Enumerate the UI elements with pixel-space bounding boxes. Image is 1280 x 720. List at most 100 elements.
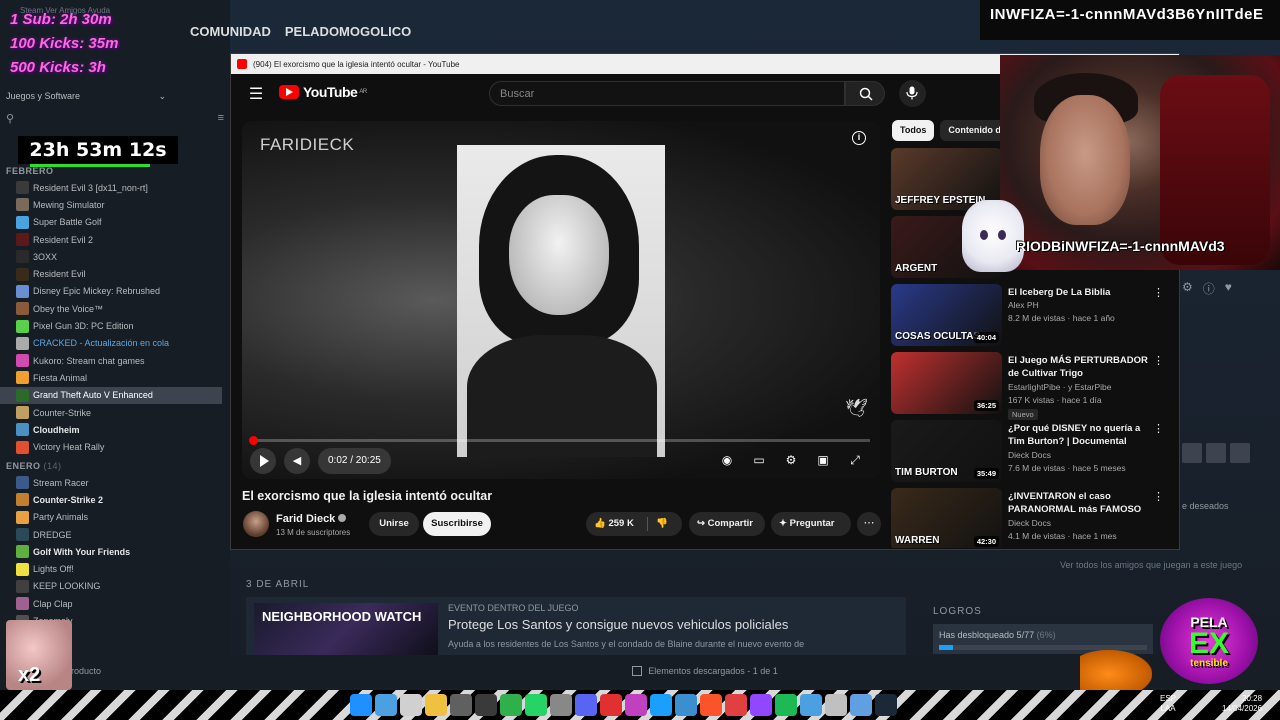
channel-avatar[interactable] — [243, 511, 269, 537]
taskbar-app-icon[interactable] — [700, 694, 722, 716]
fullscreen-icon[interactable]: ⤢ — [846, 451, 864, 469]
search-input[interactable]: Buscar — [489, 81, 845, 106]
more-vert-icon[interactable]: ⋮ — [1153, 354, 1164, 367]
taskbar-app-icon[interactable] — [875, 694, 897, 716]
settings-gear-icon[interactable]: ⚙ — [782, 451, 800, 469]
game-list-item[interactable]: Stream Racer — [0, 474, 222, 491]
downloads-status-bar[interactable]: Elementos descargados - 1 de 1 — [230, 655, 1180, 687]
video-progress-bar[interactable] — [249, 436, 870, 445]
game-list-item[interactable]: Grand Theft Auto V Enhanced — [0, 386, 222, 404]
theater-mode-icon[interactable]: ▣ — [814, 451, 832, 469]
autoplay-toggle-icon[interactable]: ◉ — [718, 451, 736, 469]
game-list-item[interactable]: Clap Clap — [0, 595, 222, 612]
like-button[interactable]: 👍 259 K 👎 — [586, 512, 682, 536]
play-button[interactable] — [250, 448, 276, 474]
voice-search-button[interactable] — [899, 80, 926, 107]
more-vert-icon[interactable]: ⋮ — [1153, 286, 1164, 299]
taskbar-app-icon[interactable] — [650, 694, 672, 716]
video-title[interactable]: El Iceberg De La Biblia — [1008, 286, 1148, 299]
search-button[interactable] — [845, 81, 885, 106]
game-list-item[interactable]: Mewing Simulator — [0, 196, 222, 213]
game-list-item[interactable]: Obey the Voice™ — [0, 300, 222, 317]
thumbs-down-icon[interactable]: 👎 — [656, 512, 668, 536]
game-list-item[interactable]: Cloudheim — [0, 421, 222, 438]
avatar[interactable] — [1230, 443, 1250, 463]
taskbar-app-icon[interactable] — [775, 694, 797, 716]
heart-icon[interactable]: ♥ — [1225, 280, 1232, 297]
subscribe-button[interactable]: Suscribirse — [423, 512, 491, 536]
taskbar-app-icon[interactable] — [575, 694, 597, 716]
taskbar-app-icon[interactable] — [600, 694, 622, 716]
nav-community[interactable]: COMUNIDAD — [190, 24, 271, 39]
news-title[interactable]: Protege Los Santos y consigue nuevos veh… — [448, 617, 788, 632]
news-thumbnail[interactable]: NEIGHBORHOOD WATCH — [254, 603, 438, 655]
volume-icon[interactable]: ◀ — [284, 448, 310, 474]
taskbar-app-icon[interactable] — [450, 694, 472, 716]
game-list-item[interactable]: Super Battle Golf — [0, 214, 222, 231]
game-list-item[interactable]: Resident Evil 3 [dx11_non-rt] — [0, 179, 222, 196]
taskbar-app-icon[interactable] — [800, 694, 822, 716]
recommendation-item[interactable]: TIM BURTON 35:49 ¿Por qué DISNEY no quería… — [891, 420, 1177, 488]
search-icon[interactable] — [375, 694, 397, 716]
library-filter-dropdown[interactable]: Juegos y Software ⌄ — [6, 88, 166, 104]
video-thumbnail[interactable]: COSAS OCULTAS 40:04 — [891, 284, 1002, 346]
video-thumbnail[interactable]: 36:25 — [891, 352, 1002, 414]
subtitles-icon[interactable]: ▭ — [750, 451, 768, 469]
game-list-item[interactable]: KEEP LOOKING — [0, 578, 222, 595]
game-list-item[interactable]: Resident Evil — [0, 265, 222, 282]
game-list-item[interactable]: 3OXX — [0, 248, 222, 265]
avatar[interactable] — [1206, 443, 1226, 463]
taskbar-app-icon[interactable] — [400, 694, 422, 716]
video-scrubber-handle[interactable] — [249, 436, 258, 445]
more-actions-icon[interactable]: ⋯ — [857, 512, 881, 536]
taskbar-app-icon[interactable] — [850, 694, 872, 716]
taskbar-app-icon[interactable] — [625, 694, 647, 716]
game-list-item[interactable]: Party Animals — [0, 509, 222, 526]
taskbar-app-icon[interactable] — [425, 694, 447, 716]
game-list-item[interactable]: Fiesta Animal — [0, 369, 222, 386]
channel-name[interactable]: Alex PH — [1008, 300, 1039, 310]
more-vert-icon[interactable]: ⋮ — [1153, 490, 1164, 503]
game-list-item[interactable]: Pixel Gun 3D: PC Edition — [0, 317, 222, 334]
info-icon[interactable]: i — [852, 131, 866, 145]
game-list-item[interactable]: Resident Evil 2 — [0, 231, 222, 248]
game-list-item[interactable]: Counter-Strike 2 — [0, 491, 222, 508]
taskbar-app-icon[interactable] — [475, 694, 497, 716]
language-indicator[interactable]: ESP LAA — [1160, 694, 1176, 714]
game-list-item[interactable]: Victory Heat Rally — [0, 438, 222, 455]
game-list-item[interactable]: Kukoro: Stream chat games — [0, 352, 222, 369]
game-list-item[interactable]: Counter-Strike — [0, 404, 222, 421]
game-list-item[interactable]: DREDGE — [0, 526, 222, 543]
video-title[interactable]: ¿INVENTARON el caso PARANORMAL más FAMOS… — [1008, 490, 1148, 516]
filter-icon[interactable]: ≡ — [218, 112, 224, 128]
game-list-item[interactable]: Golf With Your Friends — [0, 543, 222, 560]
hamburger-menu-icon[interactable]: ☰ — [245, 84, 267, 106]
ask-button[interactable]: ✦ Preguntar — [771, 512, 851, 536]
avatar[interactable] — [1182, 443, 1202, 463]
channel-name[interactable]: EstarlightPibe · y EstarPibe — [1008, 382, 1111, 392]
windows-start-icon[interactable] — [350, 694, 372, 716]
taskbar-app-icon[interactable] — [825, 694, 847, 716]
video-title[interactable]: El Juego MÁS PERTURBADOR de Cultivar Tri… — [1008, 354, 1148, 380]
chip-all[interactable]: Todos — [892, 120, 935, 141]
gear-icon[interactable]: ⚙ — [1182, 280, 1193, 297]
game-list-item[interactable]: Lights Off! — [0, 560, 222, 577]
taskbar-app-icon[interactable] — [550, 694, 572, 716]
video-thumbnail[interactable]: WARREN 42:30 — [891, 488, 1002, 548]
section-header-feb[interactable]: FEBRERO — [6, 166, 54, 176]
video-thumbnail[interactable]: TIM BURTON 35:49 — [891, 420, 1002, 482]
info-icon[interactable]: ⓘ — [1203, 280, 1215, 297]
nav-profile[interactable]: PELADOMOGOLICO — [285, 24, 411, 39]
game-list-item[interactable]: Disney Epic Mickey: Rebrushed — [0, 283, 222, 300]
news-card[interactable]: NEIGHBORHOOD WATCH EVENTO DENTRO DEL JUE… — [246, 597, 906, 655]
video-title[interactable]: ¿Por qué DISNEY no quería a Tim Burton? … — [1008, 422, 1148, 448]
channel-name[interactable]: Farid Dieck — [276, 513, 347, 525]
channel-name[interactable]: Dieck Docs — [1008, 450, 1051, 460]
youtube-logo[interactable]: YouTube AR — [279, 84, 367, 100]
taskbar-app-icon[interactable] — [525, 694, 547, 716]
join-button[interactable]: Unirse — [369, 512, 419, 536]
section-header-jan[interactable]: ENERO (14) — [6, 461, 62, 471]
game-list-item[interactable]: CRACKED - Actualización en cola — [0, 335, 222, 352]
taskbar-app-icon[interactable] — [725, 694, 747, 716]
view-all-friends-link[interactable]: Ver todos los amigos que juegan a este j… — [1060, 560, 1242, 570]
